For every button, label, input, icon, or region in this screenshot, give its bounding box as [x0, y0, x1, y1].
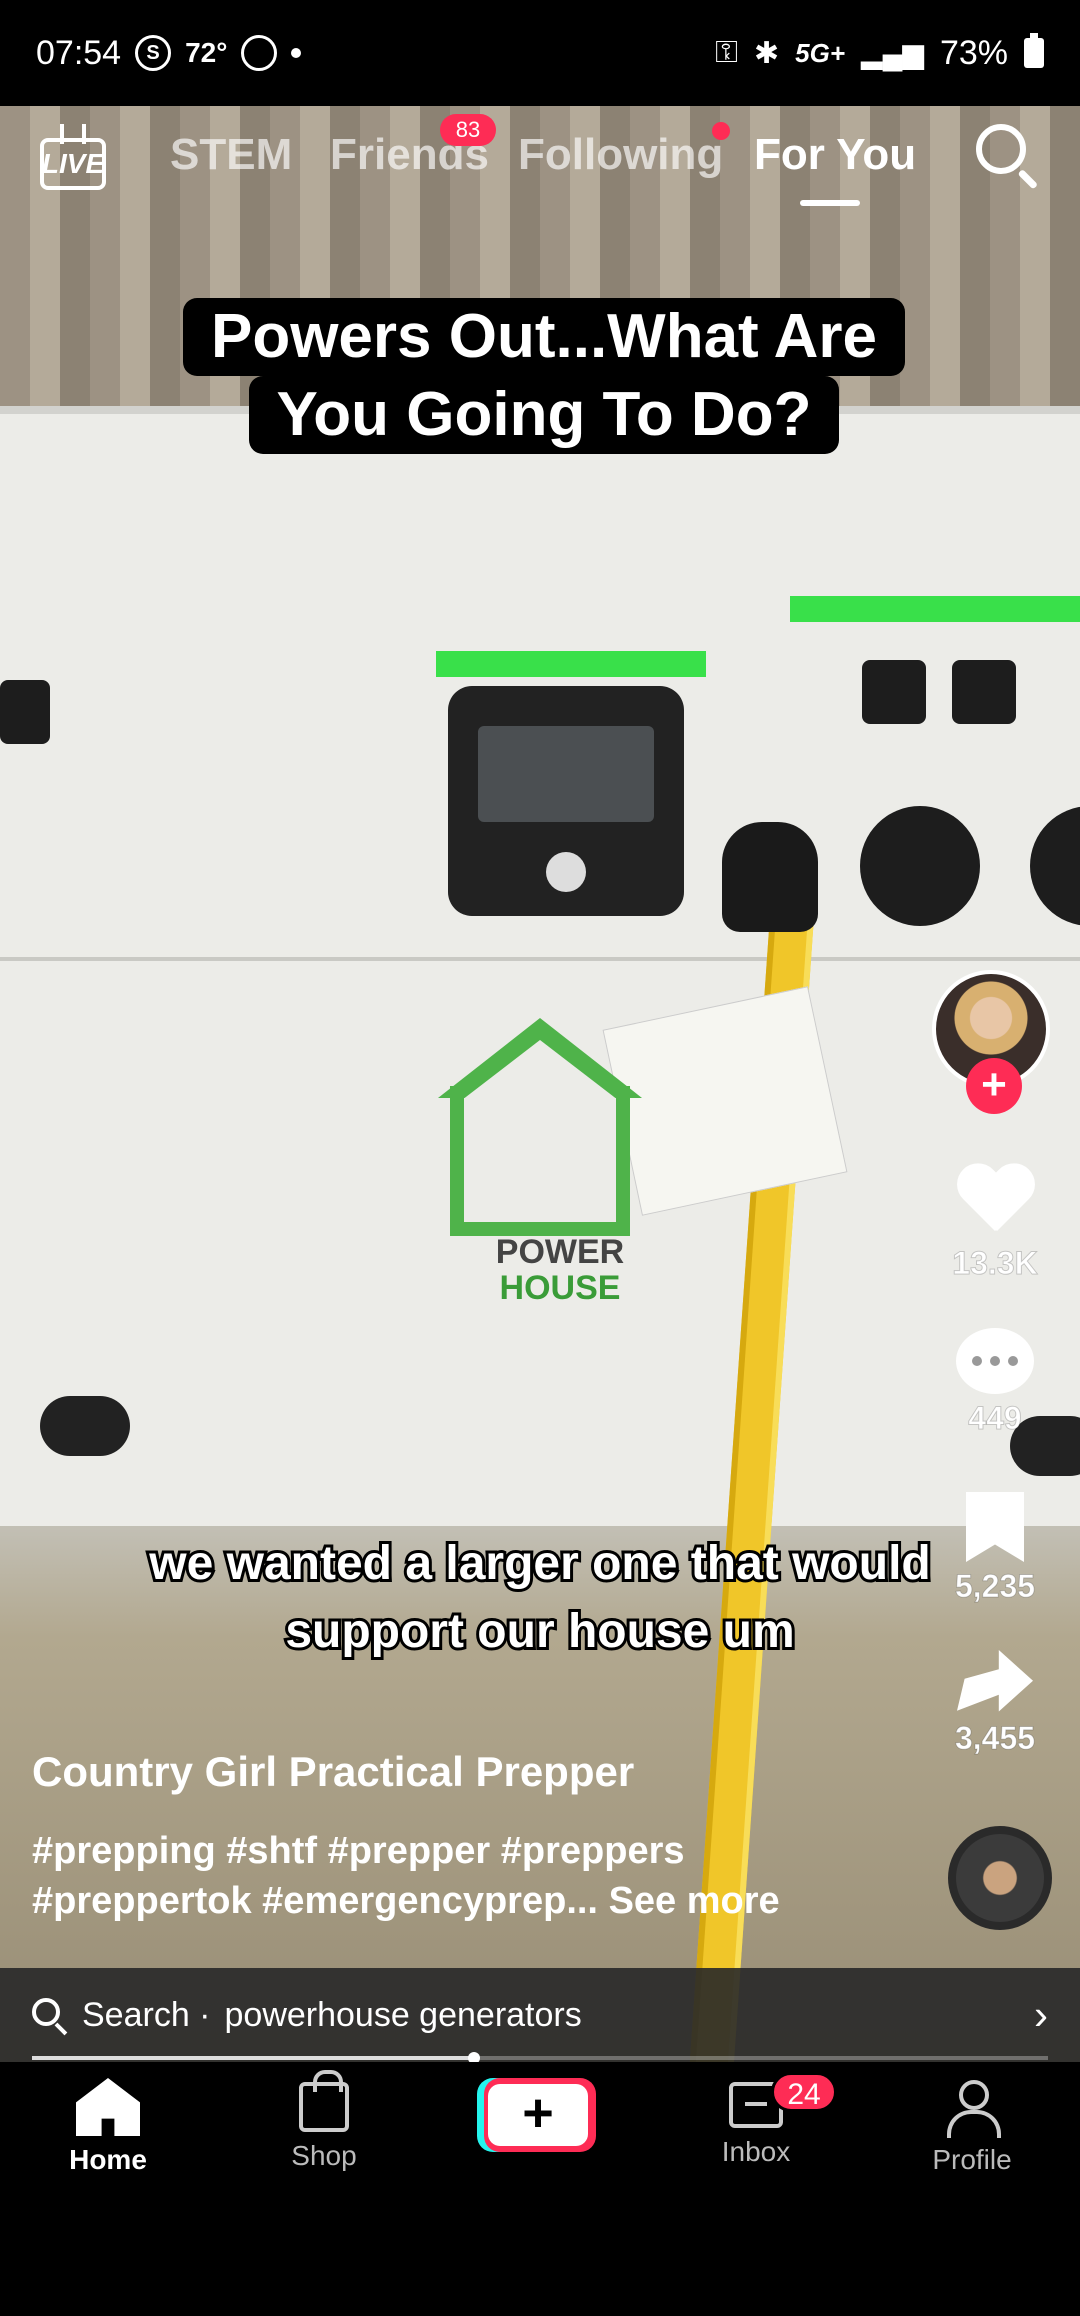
post-description: #prepping #shtf #prepper #preppers #prep… [32, 1826, 892, 1926]
profile-icon [945, 2080, 1001, 2138]
video-caption: we wanted a larger one that would suppor… [80, 1530, 1000, 1666]
caption-line-1: we wanted a larger one that would [146, 1534, 933, 1593]
powerhouse-logo-house [450, 1086, 630, 1236]
nav-inbox-label: Inbox [721, 2136, 791, 2167]
heart-icon [955, 1165, 1035, 1239]
title-line-2: You Going To Do? [248, 376, 840, 454]
create-button[interactable]: + [484, 2078, 596, 2152]
vpn-key-icon: ⚿ [715, 36, 739, 69]
video-title-overlay: Powers Out...What Are You Going To Do? [160, 298, 928, 454]
top-nav: LIVE STEM Friends 83 Following For You [0, 108, 1080, 218]
caption-line-2: support our house um [282, 1602, 797, 1661]
status-time: 07:54 [36, 33, 122, 72]
live-tv-icon: LIVE [40, 138, 106, 190]
home-icon [76, 2078, 140, 2136]
lcd-display [448, 686, 684, 916]
desc-line-2: #preppertok #emergencyprep... [32, 1880, 598, 1922]
nav-inbox[interactable]: Inbox 24 [676, 2072, 837, 2168]
status-temperature: 72° [185, 37, 228, 68]
nav-home-label: Home [69, 2144, 147, 2175]
nav-home[interactable]: Home [28, 2078, 188, 2176]
logo-line-2: HOUSE [499, 1269, 621, 1307]
caster-wheel [40, 1396, 130, 1456]
share-button[interactable]: 3,455 [910, 1650, 1080, 1757]
green-label [436, 651, 706, 677]
dc-port [0, 680, 50, 744]
like-button[interactable]: 13.3K [910, 1165, 1080, 1282]
tab-for-you[interactable]: For You [754, 130, 916, 180]
nav-shop[interactable]: Shop [244, 2070, 404, 2172]
save-button[interactable]: 5,235 [910, 1492, 1080, 1605]
logo-line-1: POWER [495, 1233, 625, 1271]
comment-count: 449 [968, 1400, 1022, 1437]
share-arrow-icon [957, 1650, 1033, 1712]
network-type: 5G+ [795, 37, 846, 68]
search-icon [32, 1998, 68, 2036]
creator-name[interactable]: Country Girl Practical Prepper [32, 1748, 634, 1796]
suggestion-prefix: Search · [82, 1995, 211, 2034]
desc-line-1: #prepping #shtf #prepper #preppers [32, 1830, 685, 1872]
inbox-badge: 24 [771, 2072, 837, 2112]
video-progress-bar[interactable] [32, 2052, 1048, 2064]
status-bar: 07:54 S 72° ⚿ ✱ 5G+ ▂▄▆ 73% [0, 0, 1080, 106]
like-count: 13.3K [952, 1245, 1038, 1282]
bottom-nav: Home Shop + Inbox 24 Profile [0, 2062, 1080, 2316]
tab-following[interactable]: Following [518, 130, 723, 180]
nav-profile[interactable]: Profile [892, 2078, 1052, 2176]
suggestion-query: powerhouse generators [224, 1995, 582, 2034]
screen: 07:54 S 72° ⚿ ✱ 5G+ ▂▄▆ 73% POWER HOUSE … [0, 0, 1080, 2316]
music-disc-icon[interactable] [948, 1826, 1052, 1930]
active-tab-indicator [800, 200, 860, 206]
shopping-bag-icon [299, 2070, 349, 2132]
tab-stem[interactable]: STEM [170, 130, 292, 180]
s-app-icon: S [135, 35, 172, 71]
title-line-1: Powers Out...What Are [182, 298, 905, 376]
ac-outlet [952, 660, 1016, 724]
live-button[interactable]: LIVE [40, 124, 106, 196]
plus-icon: + [488, 2084, 588, 2146]
friends-badge: 83 [440, 114, 496, 146]
bookmark-icon [966, 1492, 1024, 1562]
nav-profile-label: Profile [932, 2144, 1012, 2175]
search-icon[interactable] [976, 124, 1039, 190]
bluetooth-icon: ✱ [754, 36, 780, 70]
progress-fill [32, 2056, 474, 2060]
cord-plug [722, 822, 818, 932]
nav-shop-label: Shop [291, 2140, 357, 2171]
comment-button[interactable]: 449 [910, 1328, 1080, 1437]
follow-plus-icon[interactable]: + [966, 1058, 1022, 1114]
chevron-right-icon: › [1034, 1991, 1048, 2038]
twist-lock-outlet [860, 806, 980, 926]
ac-outlet [862, 660, 926, 724]
sync-icon [241, 35, 278, 71]
see-more-link[interactable]: See more [609, 1880, 780, 1922]
following-dot [712, 122, 730, 140]
signal-icon: ▂▄▆ [861, 37, 924, 69]
green-label [790, 596, 1080, 622]
battery-percent: 73% [939, 33, 1008, 72]
share-count: 3,455 [954, 1720, 1036, 1757]
comment-icon [956, 1328, 1034, 1394]
battery-icon [1024, 33, 1044, 68]
powerhouse-logo-text: POWER HOUSE [470, 1234, 650, 1306]
save-count: 5,235 [954, 1568, 1036, 1605]
search-suggestion-bar[interactable]: Search · powerhouse generators › [0, 1968, 1080, 2062]
notification-dot-icon [291, 48, 302, 58]
